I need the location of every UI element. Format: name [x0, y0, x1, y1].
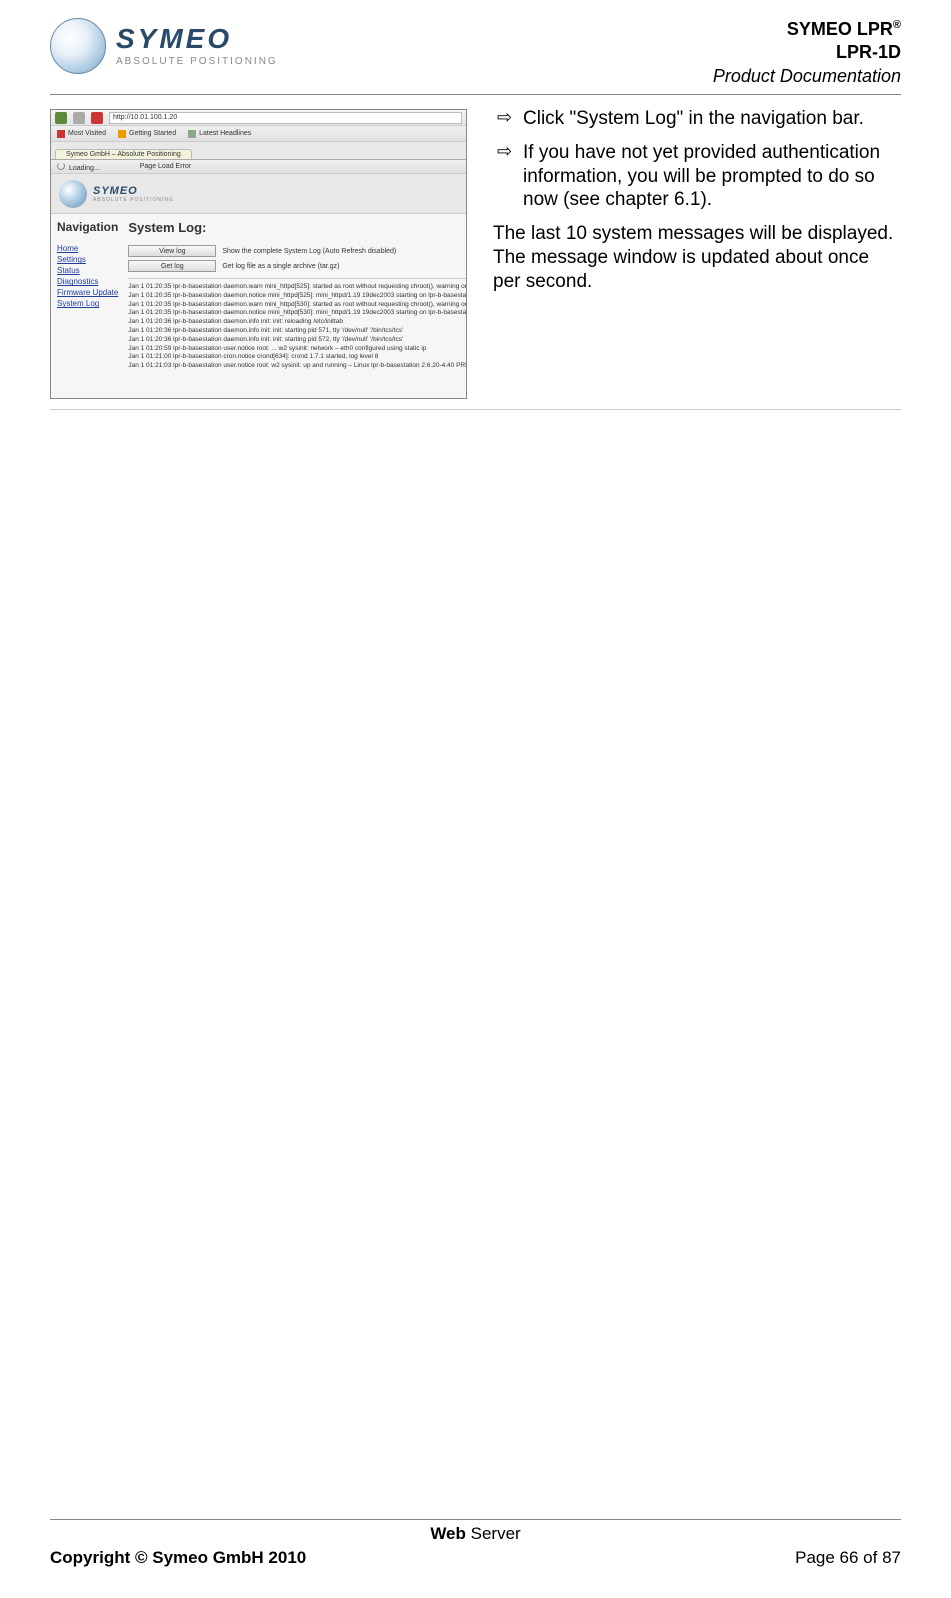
- arrow-bullet-icon: ⇨: [493, 141, 523, 212]
- bookmark-latest-headlines[interactable]: Latest Headlines: [188, 130, 251, 138]
- logo-block: SYMEO ABSOLUTE POSITIONING: [50, 18, 278, 74]
- loading-indicator: Loading...: [57, 162, 100, 172]
- browser-screenshot: http://10.01.100.1.20 Most Visited Getti…: [50, 109, 467, 399]
- instruction-2-text: If you have not yet provided authenticat…: [523, 141, 901, 212]
- status-bar: Loading... Page Load Error: [51, 160, 466, 174]
- header-line2: LPR-1D: [713, 41, 901, 64]
- tab-bar: Symeo GmbH – Absolute Positioning: [51, 142, 466, 160]
- page-footer: Web Server Copyright © Symeo GmbH 2010 P…: [50, 1519, 901, 1568]
- footer-row: Copyright © Symeo GmbH 2010 Page 66 of 8…: [50, 1548, 901, 1568]
- browser-tab[interactable]: Symeo GmbH – Absolute Positioning: [55, 149, 192, 159]
- mini-logo-tag: ABSOLUTE POSITIONING: [93, 197, 174, 203]
- get-log-button[interactable]: Get log: [128, 260, 216, 272]
- content-row: http://10.01.100.1.20 Most Visited Getti…: [50, 103, 901, 410]
- bookmark-getting-started[interactable]: Getting Started: [118, 130, 176, 138]
- page-body: Navigation Home Settings Status Diagnost…: [51, 214, 466, 399]
- footer-section-title: Web Server: [50, 1524, 901, 1544]
- page-number: Page 66 of 87: [795, 1548, 901, 1568]
- arrow-bullet-icon: ⇨: [493, 107, 523, 131]
- bookmark-label: Most Visited: [68, 130, 106, 137]
- header-line1-sup: ®: [893, 19, 901, 31]
- log-output: Jan 1 01:20:35 lpr-b-basestation daemon.…: [128, 278, 467, 371]
- mini-logo-name: SYMEO: [93, 185, 174, 197]
- get-log-desc: Get log file as a single archive (tar.gz…: [222, 263, 339, 270]
- logo-text: SYMEO ABSOLUTE POSITIONING: [116, 25, 278, 67]
- bookmark-most-visited[interactable]: Most Visited: [57, 130, 106, 138]
- logo-tagline: ABSOLUTE POSITIONING: [116, 57, 278, 67]
- browser-toolbar: http://10.01.100.1.20: [51, 110, 466, 126]
- nav-sidebar: Navigation Home Settings Status Diagnost…: [51, 214, 124, 399]
- logo-name: SYMEO: [116, 25, 278, 53]
- bookmarks-toolbar: Most Visited Getting Started Latest Head…: [51, 126, 466, 142]
- logo-globe-icon: [50, 18, 106, 74]
- nav-link-diagnostics[interactable]: Diagnostics: [57, 277, 118, 286]
- page-header: SYMEO ABSOLUTE POSITIONING SYMEO LPR® LP…: [50, 18, 901, 95]
- nav-title: Navigation: [57, 220, 118, 234]
- log-line: Jan 1 01:20:36 lpr-b-basestation daemon.…: [128, 336, 467, 345]
- nav-link-home[interactable]: Home: [57, 244, 118, 253]
- header-line1: SYMEO LPR: [787, 19, 893, 39]
- view-log-desc: Show the complete System Log (Auto Refre…: [222, 248, 396, 255]
- footer-rule: [50, 1519, 901, 1520]
- nav-link-system-log[interactable]: System Log: [57, 299, 118, 308]
- copyright: Copyright © Symeo GmbH 2010: [50, 1548, 306, 1568]
- square-icon: [188, 130, 196, 138]
- spinner-icon: [57, 162, 65, 170]
- header-line3: Product Documentation: [713, 65, 901, 88]
- instruction-1-text: Click "System Log" in the navigation bar…: [523, 107, 901, 131]
- log-line: Jan 1 01:20:36 lpr-b-basestation daemon.…: [128, 327, 467, 336]
- view-log-button[interactable]: View log: [128, 245, 216, 257]
- loading-label: Loading...: [69, 165, 100, 172]
- main-title: System Log:: [128, 220, 467, 235]
- log-line: Jan 1 01:20:35 lpr-b-basestation daemon.…: [128, 283, 467, 292]
- page-load-error: Page Load Error: [140, 163, 191, 170]
- back-icon[interactable]: [55, 112, 67, 124]
- header-right: SYMEO LPR® LPR-1D Product Documentation: [713, 18, 901, 88]
- page-logo-header: SYMEO ABSOLUTE POSITIONING: [51, 174, 466, 214]
- main-panel: System Log: View log Show the complete S…: [124, 214, 467, 399]
- square-icon: [118, 130, 126, 138]
- bookmark-label: Latest Headlines: [199, 130, 251, 137]
- nav-link-firmware-update[interactable]: Firmware Update: [57, 288, 118, 297]
- square-icon: [57, 130, 65, 138]
- instruction-1: ⇨ Click "System Log" in the navigation b…: [493, 107, 901, 131]
- mini-globe-icon: [59, 180, 87, 208]
- bookmark-label: Getting Started: [129, 130, 176, 137]
- nav-link-status[interactable]: Status: [57, 266, 118, 275]
- footer-title-bold: Web: [430, 1524, 466, 1543]
- footer-title-rest: Server: [466, 1524, 521, 1543]
- forward-icon[interactable]: [73, 112, 85, 124]
- instruction-2: ⇨ If you have not yet provided authentic…: [493, 141, 901, 212]
- nav-link-settings[interactable]: Settings: [57, 255, 118, 264]
- instruction-paragraph: The last 10 system messages will be disp…: [493, 222, 901, 293]
- log-line: Jan 1 01:20:35 lpr-b-basestation daemon.…: [128, 292, 467, 301]
- log-line: Jan 1 01:20:36 lpr-b-basestation daemon.…: [128, 318, 467, 327]
- log-line: Jan 1 01:20:59 lpr-b-basestation user.no…: [128, 345, 467, 354]
- instructions-cell: ⇨ Click "System Log" in the navigation b…: [475, 103, 901, 293]
- log-line: Jan 1 01:21:00 lpr-b-basestation cron.no…: [128, 353, 467, 362]
- log-line: Jan 1 01:20:35 lpr-b-basestation daemon.…: [128, 301, 467, 310]
- screenshot-cell: http://10.01.100.1.20 Most Visited Getti…: [50, 103, 475, 399]
- stop-icon[interactable]: [91, 112, 103, 124]
- url-bar[interactable]: http://10.01.100.1.20: [109, 112, 462, 124]
- log-line: Jan 1 01:20:35 lpr-b-basestation daemon.…: [128, 309, 467, 318]
- log-line: Jan 1 01:21:03 lpr-b-basestation user.no…: [128, 362, 467, 371]
